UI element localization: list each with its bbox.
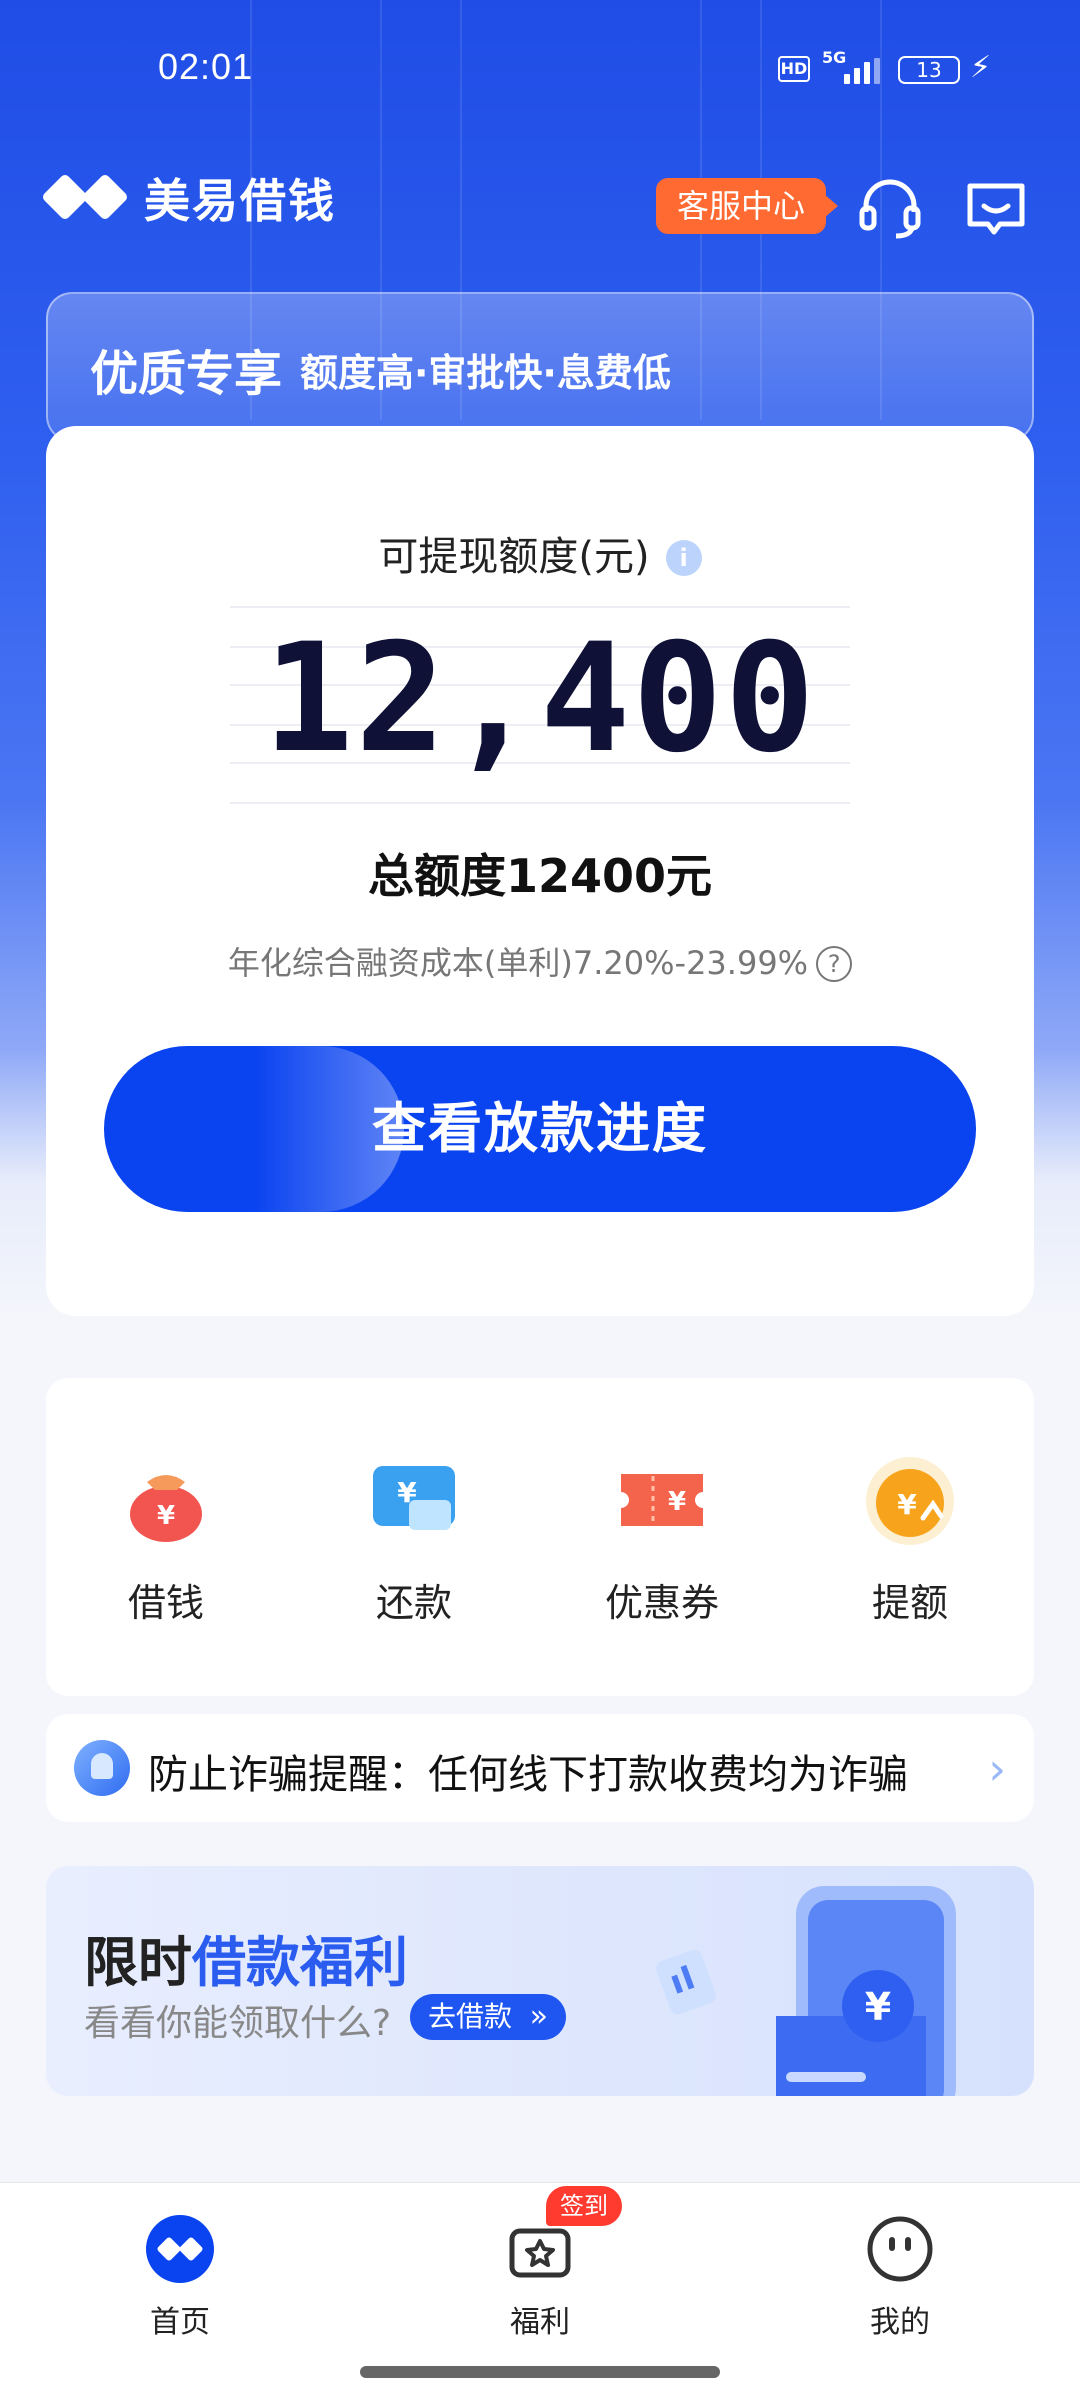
action-label: 借钱: [127, 1581, 204, 1625]
status-time: 02:01: [158, 46, 254, 87]
gesture-home-bar[interactable]: [360, 2366, 720, 2378]
raise-limit-icon: ¥: [865, 1456, 955, 1546]
action-label: 优惠券: [604, 1581, 719, 1625]
svg-text:¥: ¥: [668, 1487, 686, 1517]
status-bar: 02:01 HD 5G 13 ⚡: [0, 0, 1080, 140]
chevron-right-icon: ›: [988, 1744, 1006, 1795]
go-borrow-button[interactable]: 去借款: [410, 1994, 567, 2040]
available-limit-text: 可提现额度(元): [378, 534, 650, 580]
tab-label: 我的: [870, 2305, 930, 2340]
fraud-warning-notice[interactable]: 防止诈骗提醒：任何线下打款收费均为诈骗 ›: [46, 1714, 1034, 1822]
svg-text:¥: ¥: [157, 1501, 175, 1531]
app-logo: 美易借钱: [40, 168, 336, 228]
view-progress-label: 查看放款进度: [372, 1097, 708, 1160]
banner-title: 限时借款福利: [84, 1918, 408, 1997]
tab-label: 首页: [150, 2305, 210, 2340]
svg-text:¥: ¥: [897, 1488, 917, 1521]
svg-text:¥: ¥: [865, 1985, 891, 2029]
credit-limit-card: 可提现额度(元) i 12,400 总额度12400元 年化综合融资成本(单利)7…: [46, 426, 1034, 1316]
headset-icon[interactable]: [854, 172, 926, 244]
info-icon[interactable]: i: [665, 540, 702, 576]
tab-home[interactable]: 首页: [80, 2213, 280, 2341]
svg-text:¥: ¥: [397, 1476, 417, 1509]
phone-illustration-icon: ¥: [656, 1886, 956, 2096]
promo-subtitle: 额度高·审批快·息费低: [300, 351, 671, 395]
signal-icon: [836, 58, 882, 84]
tab-label: 福利: [510, 2305, 570, 2340]
battery-icon: 13: [898, 56, 960, 84]
message-icon[interactable]: [960, 172, 1032, 244]
coupon-icon: ¥: [617, 1456, 707, 1546]
action-label: 提额: [871, 1581, 948, 1625]
charging-icon: ⚡: [970, 50, 992, 85]
available-amount: 12,400: [263, 612, 817, 786]
profile-face-icon: [864, 2213, 936, 2285]
money-bag-icon: ¥: [121, 1456, 211, 1546]
home-icon: [144, 2213, 216, 2285]
logo-mark-icon: [40, 168, 136, 228]
available-limit-label: 可提现额度(元) i: [46, 524, 1034, 582]
app-screen: 02:01 HD 5G 13 ⚡ 美易借钱 客服中心 优质专享 额度高·审批快·…: [0, 0, 1080, 2400]
customer-service-button[interactable]: 客服中心: [656, 178, 838, 234]
banner-title-highlight: 借款福利: [192, 1931, 408, 1994]
banner-subtitle: 看看你能领取什么?: [84, 2003, 392, 2044]
action-label: 还款: [375, 1581, 452, 1625]
action-raise-limit[interactable]: ¥ 提额: [810, 1456, 1010, 1627]
view-progress-button[interactable]: 查看放款进度: [104, 1046, 976, 1212]
app-name: 美易借钱: [144, 174, 336, 228]
check-in-badge: 签到: [546, 2186, 622, 2226]
action-repay[interactable]: ¥ 还款: [314, 1456, 514, 1627]
promo-title: 优质专享: [90, 346, 283, 402]
notice-text: 防止诈骗提醒：任何线下打款收费均为诈骗: [148, 1752, 908, 1798]
total-limit: 总额度12400元: [367, 849, 713, 903]
action-borrow[interactable]: ¥ 借钱: [66, 1456, 266, 1627]
loan-benefit-banner[interactable]: 限时借款福利 看看你能领取什么? 去借款 ¥: [46, 1866, 1034, 2096]
hd-indicator: HD: [778, 56, 810, 82]
tab-benefits[interactable]: 福利: [440, 2213, 640, 2341]
action-coupon[interactable]: ¥ 优惠券: [562, 1456, 762, 1627]
interest-rate-text: 年化综合融资成本(单利)7.20%-23.99%?: [46, 938, 1034, 984]
help-icon[interactable]: ?: [816, 946, 853, 982]
rate-label: 年化综合融资成本(单利)7.20%-23.99%: [227, 944, 809, 982]
bell-icon: [74, 1740, 130, 1796]
quick-actions: ¥ 借钱 ¥ 还款 ¥ 优惠券 ¥ 提额: [46, 1378, 1034, 1696]
repay-card-icon: ¥: [369, 1456, 459, 1546]
premium-promo: 优质专享 额度高·审批快·息费低: [46, 292, 1034, 442]
tab-mine[interactable]: 我的: [800, 2213, 1000, 2341]
banner-title-plain: 限时: [84, 1931, 192, 1994]
